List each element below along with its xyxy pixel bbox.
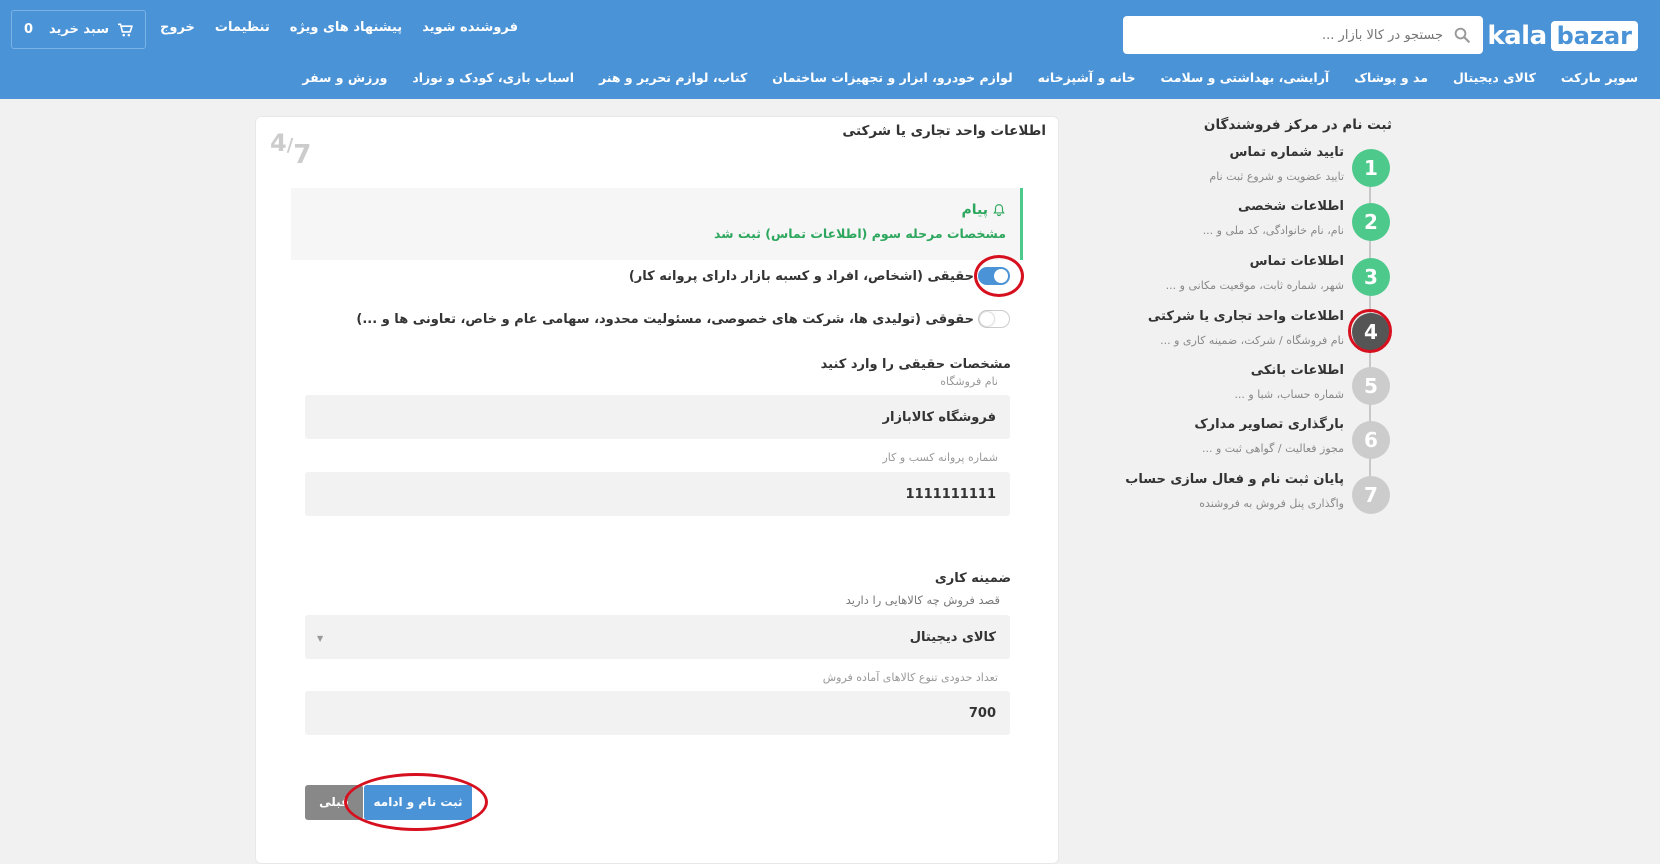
license-label: شماره پروانه کسب و کار bbox=[882, 451, 998, 464]
category-label: قصد فروش چه کالاهایی را دارید bbox=[845, 593, 1000, 607]
step-item-1: 1 تایید شماره تماس تایید عضویت و شروع ثب… bbox=[1160, 145, 1390, 199]
step-number: 6 bbox=[1352, 421, 1390, 459]
category-fashion[interactable]: مد و پوشاک bbox=[1354, 70, 1428, 85]
steps-title: ثبت نام در مرکز فروشندگان bbox=[1203, 117, 1392, 133]
category-nav: سوپر مارکت کالای دیجیتال مد و پوشاک آرای… bbox=[302, 70, 1638, 85]
step-number: 5 bbox=[1352, 367, 1390, 405]
natural-section-title: مشخصات حقیقی را وارد کنید bbox=[820, 357, 1011, 372]
step-title: اطلاعات تماس bbox=[1249, 254, 1344, 269]
top-nav: فروشنده شوید پیشنهاد های ویژه تنظیمات خر… bbox=[160, 20, 518, 35]
alert-title: پیام bbox=[961, 202, 989, 218]
cart-label: سبد خرید bbox=[49, 22, 110, 37]
step-item-2: 2 اطلاعات شخصی نام، نام خانوادگی، کد ملی… bbox=[1160, 199, 1390, 253]
submit-highlight-ring bbox=[344, 773, 488, 831]
search-box[interactable] bbox=[1123, 16, 1483, 54]
cart-count: 0 bbox=[23, 22, 34, 37]
option-legal-label: حقوقی (تولیدی ها، شرکت های خصوصی، مسئولی… bbox=[356, 311, 974, 327]
step-number: 3 bbox=[1352, 258, 1390, 296]
step-item-3: 3 اطلاعات تماس شهر، شماره ثابت، موقعیت م… bbox=[1160, 254, 1390, 308]
step-subtitle: شهر، شماره ثابت، موقعیت مکانی و ... bbox=[1165, 279, 1344, 292]
step-title: بارگذاری تصاویر مدارک bbox=[1194, 417, 1344, 432]
category-select[interactable]: کالای دیجیتال ▼ bbox=[305, 615, 1010, 659]
category-home[interactable]: خانه و آشپزخانه bbox=[1038, 70, 1136, 85]
toggle-knob bbox=[980, 312, 994, 326]
category-auto[interactable]: لوازم خودرو، ابزار و تجهیزات ساختمان bbox=[772, 70, 1012, 85]
nav-offers-link[interactable]: پیشنهاد های ویژه bbox=[290, 20, 402, 35]
nav-logout-link[interactable]: خروج bbox=[160, 20, 195, 35]
bell-icon bbox=[993, 204, 1005, 217]
toggle-highlight-ring bbox=[974, 255, 1024, 297]
search-input[interactable] bbox=[1143, 27, 1443, 43]
step-title: تایید شماره تماس bbox=[1229, 145, 1344, 160]
step-counter: 4/7 bbox=[270, 128, 311, 170]
business-info-card: اطلاعات واحد تجاری یا شرکتی 4/7 پیام مشخ… bbox=[255, 116, 1059, 864]
cart-button[interactable]: سبد خرید 0 bbox=[11, 10, 146, 49]
nav-seller-link[interactable]: فروشنده شوید bbox=[422, 20, 518, 35]
search-icon[interactable] bbox=[1453, 26, 1471, 44]
license-field[interactable]: 1111111111 bbox=[305, 472, 1010, 516]
logo-kala: kala bbox=[1487, 21, 1547, 51]
option-natural-label: حقیقی (اشخاص، افراد و کسبه بازار دارای پ… bbox=[628, 268, 974, 284]
category-supermarket[interactable]: سوپر مارکت bbox=[1561, 70, 1638, 85]
step-counter-current: 4 bbox=[270, 129, 287, 157]
store-name-field[interactable]: فروشگاه کالابازار bbox=[305, 395, 1010, 439]
step-item-5: 5 اطلاعات بانکی شماره حساب، شبا و ... bbox=[1160, 363, 1390, 417]
step-item-6: 6 بارگذاری تصاویر مدارک مجوز فعالیت / گو… bbox=[1160, 417, 1390, 471]
store-name-label: نام فروشگاه bbox=[940, 375, 998, 388]
step-title: اطلاعات واحد تجاری یا شرکتی bbox=[1147, 309, 1344, 324]
step-item-7: 7 پایان ثبت نام و فعال سازی حساب واگذاری… bbox=[1125, 472, 1390, 526]
step-subtitle: مجوز فعالیت / گواهی ثبت و ... bbox=[1202, 442, 1344, 455]
alert-message: مشخصات مرحله سوم (اطلاعات تماس) ثبت شد bbox=[714, 226, 1006, 241]
step-title: اطلاعات شخصی bbox=[1237, 199, 1344, 214]
header: kala bazar فروشنده شوید پیشنهاد های ویژه… bbox=[0, 0, 1660, 99]
step-subtitle: نام، نام خانوادگی، کد ملی و ... bbox=[1202, 224, 1344, 237]
step-subtitle: شماره حساب، شبا و ... bbox=[1234, 388, 1344, 401]
category-beauty[interactable]: آرایشی، بهداشتی و سلامت bbox=[1161, 70, 1330, 85]
variety-field[interactable]: 700 bbox=[305, 691, 1010, 735]
option-natural[interactable]: حقیقی (اشخاص، افراد و کسبه بازار دارای پ… bbox=[629, 267, 1010, 285]
category-sports[interactable]: ورزش و سفر bbox=[302, 70, 387, 85]
cart-icon bbox=[118, 22, 133, 36]
step-subtitle: نام فروشگاه / شرکت، ضمینه کاری و ... bbox=[1160, 334, 1344, 347]
step-number: 7 bbox=[1352, 476, 1390, 514]
step-number: 2 bbox=[1352, 203, 1390, 241]
business-section-title: ضمینه کاری bbox=[934, 571, 1011, 586]
logo-bazar: bazar bbox=[1550, 21, 1638, 51]
nav-settings-link[interactable]: تنظیمات bbox=[215, 20, 270, 35]
category-books[interactable]: کتاب، لوازم تحریر و هنر bbox=[599, 70, 747, 85]
toggle-legal[interactable] bbox=[978, 310, 1010, 328]
alert-header: پیام bbox=[962, 202, 1007, 218]
step-subtitle: واگذاری پنل فروش به فروشنده bbox=[1199, 497, 1344, 510]
category-digital[interactable]: کالای دیجیتال bbox=[1453, 70, 1536, 85]
logo[interactable]: kala bazar bbox=[1487, 20, 1638, 52]
chevron-down-icon: ▼ bbox=[317, 634, 324, 643]
variety-label: تعداد حدودی تنوع کالاهای آماده فروش bbox=[822, 671, 998, 684]
category-select-value: کالای دیجیتال bbox=[909, 629, 996, 645]
step-title: پایان ثبت نام و فعال سازی حساب bbox=[1125, 472, 1344, 487]
option-legal[interactable]: حقوقی (تولیدی ها، شرکت های خصوصی، مسئولی… bbox=[356, 310, 1010, 328]
page-title: اطلاعات واحد تجاری یا شرکتی bbox=[842, 123, 1046, 139]
step-counter-total: 7 bbox=[293, 140, 312, 170]
step-title: اطلاعات بانکی bbox=[1250, 363, 1344, 378]
step-subtitle: تایید عضویت و شروع ثبت نام bbox=[1209, 170, 1344, 183]
step-number: 1 bbox=[1352, 149, 1390, 187]
step-4-highlight-ring bbox=[1348, 309, 1392, 353]
success-alert: پیام مشخصات مرحله سوم (اطلاعات تماس) ثبت… bbox=[291, 188, 1023, 260]
category-toys[interactable]: اسباب بازی، کودک و نوزاد bbox=[412, 70, 574, 85]
